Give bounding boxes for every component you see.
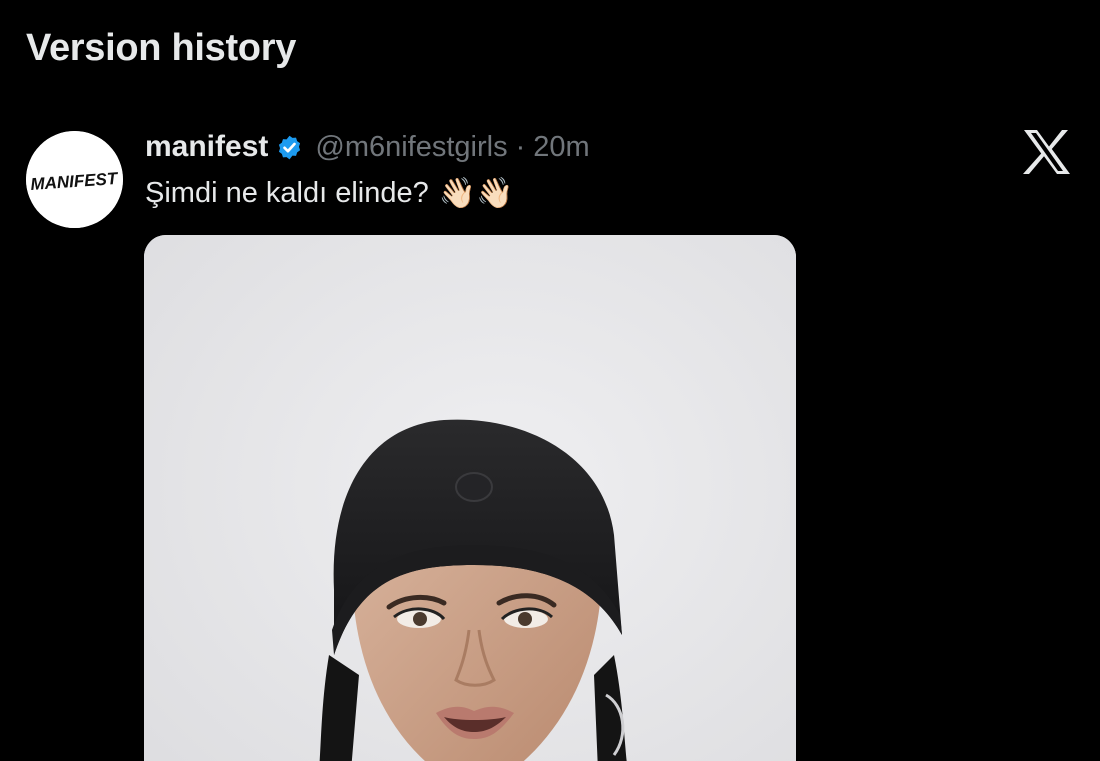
verified-badge-icon bbox=[276, 134, 303, 161]
avatar[interactable]: MANIFEST bbox=[26, 131, 123, 228]
user-handle[interactable]: @m6nifestgirls bbox=[315, 131, 507, 164]
photo-icon bbox=[144, 235, 796, 761]
tweet-text: Şimdi ne kaldı elinde? 👋🏻👋🏻 bbox=[145, 172, 513, 214]
manifest-logo-icon: MANIFEST bbox=[26, 131, 123, 228]
page-title: Version history bbox=[26, 27, 297, 69]
x-logo-icon[interactable] bbox=[1022, 128, 1072, 176]
tweet-timestamp[interactable]: 20m bbox=[533, 131, 589, 164]
display-name[interactable]: manifest bbox=[145, 130, 268, 164]
tweet-text-body: Şimdi ne kaldı elinde? bbox=[145, 176, 429, 209]
separator-dot: · bbox=[515, 130, 526, 163]
tweet-media-photo[interactable] bbox=[144, 235, 796, 761]
tweet-header: manifest @m6nifestgirls · 20m bbox=[145, 128, 590, 166]
waving-hand-emoji: 👋🏻👋🏻 bbox=[438, 176, 514, 210]
